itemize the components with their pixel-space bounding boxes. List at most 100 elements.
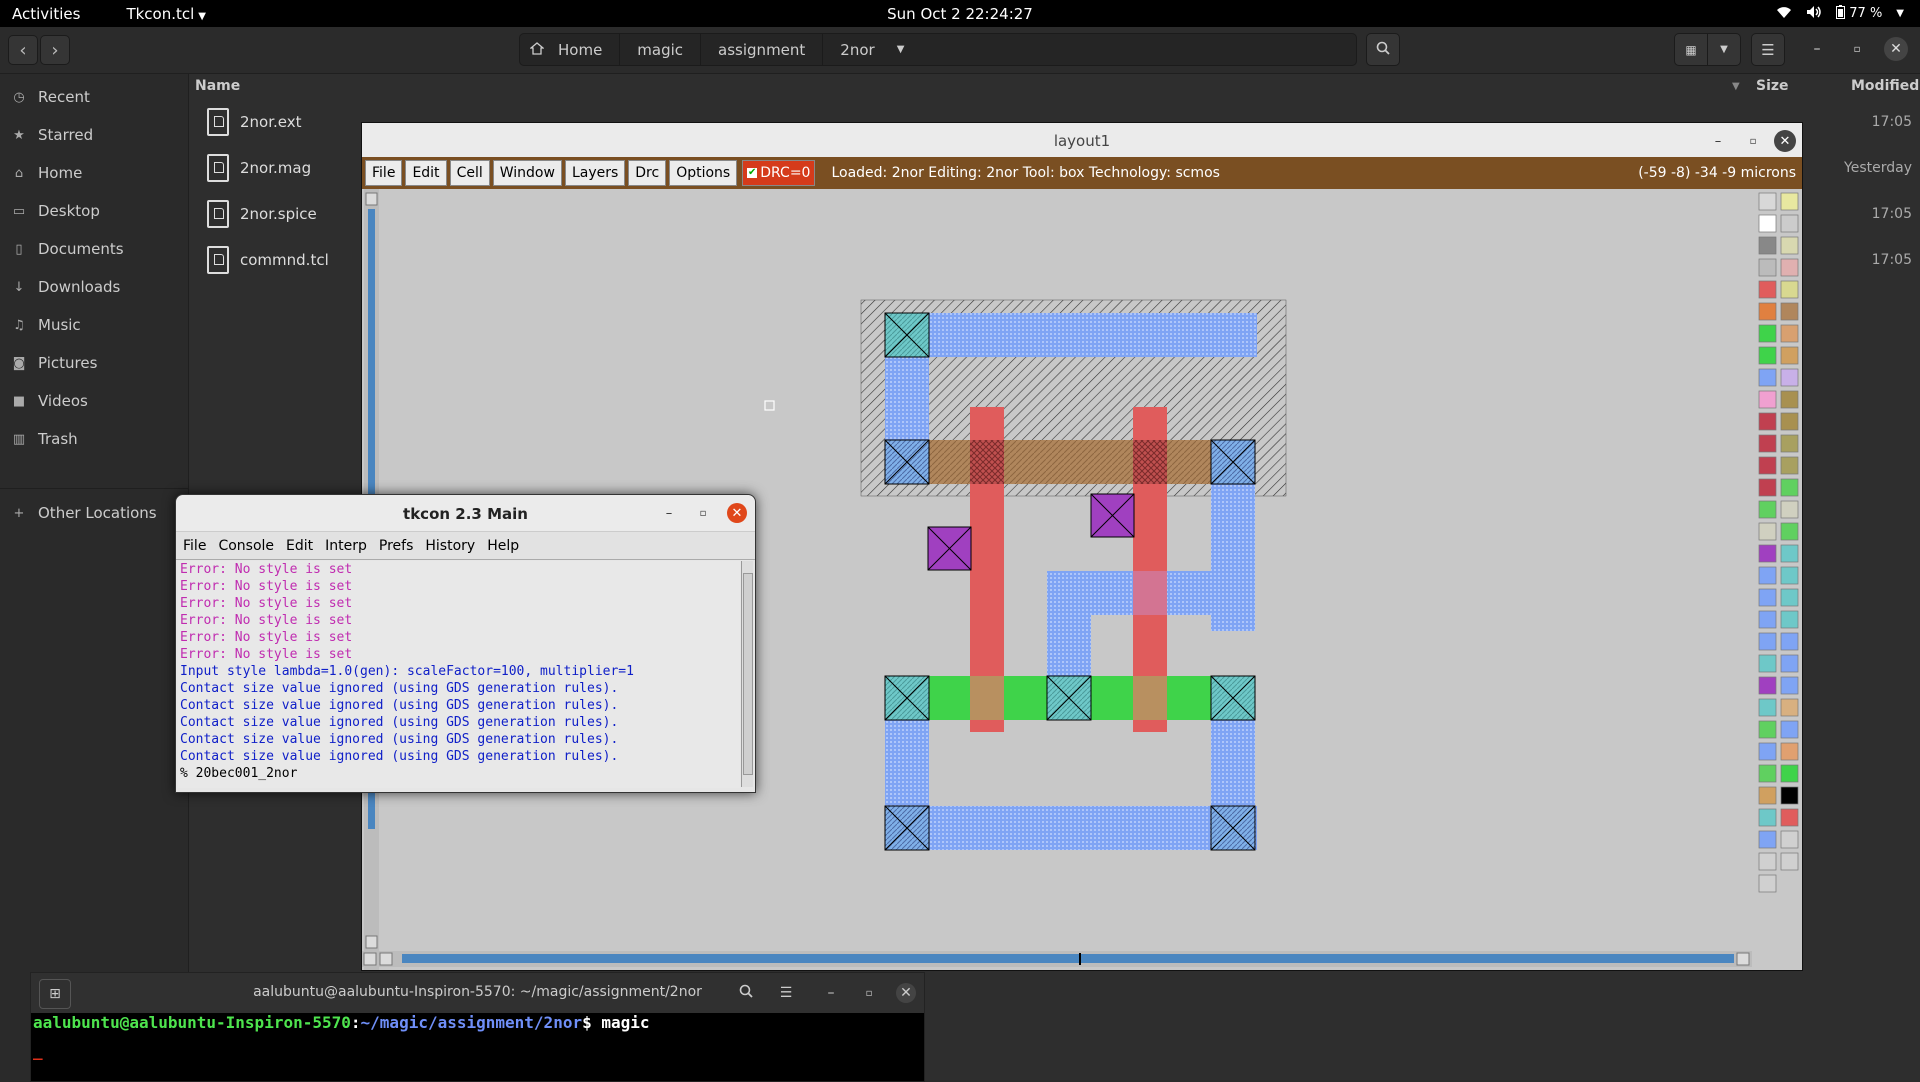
menu-drc[interactable]: Drc	[628, 160, 667, 186]
activities-button[interactable]: Activities	[12, 5, 80, 23]
terminal-close-button[interactable]: ✕	[891, 979, 921, 1007]
column-header-modified[interactable]: Modified	[1851, 74, 1919, 98]
layer-swatch[interactable]	[1780, 324, 1799, 343]
sort-chevron-icon[interactable]: ▼	[1732, 74, 1740, 98]
maximize-button[interactable]: ▫	[1845, 37, 1869, 61]
scrollbar-thumb[interactable]	[743, 573, 753, 775]
layer-swatch[interactable]	[1780, 764, 1799, 783]
horizontal-scrollbar[interactable]	[362, 951, 1752, 967]
tkcon-menu-help[interactable]: Help	[487, 538, 519, 554]
layer-swatch[interactable]	[1780, 478, 1799, 497]
column-header-size[interactable]: Size	[1756, 74, 1789, 98]
column-header-name[interactable]: Name	[195, 74, 240, 98]
layout-close-button[interactable]: ✕	[1774, 130, 1796, 152]
tkcon-menu-edit[interactable]: Edit	[286, 538, 313, 554]
tkcon-menu-file[interactable]: File	[183, 538, 206, 554]
layer-swatch[interactable]	[1780, 236, 1799, 255]
tkcon-menu-history[interactable]: History	[425, 538, 475, 554]
layer-swatch[interactable]	[1780, 192, 1799, 211]
forward-button[interactable]: ›	[40, 35, 70, 65]
layer-swatch[interactable]	[1758, 786, 1777, 805]
layer-swatch[interactable]	[1758, 258, 1777, 277]
layer-swatch[interactable]	[1780, 852, 1799, 871]
sidebar-item-other-locations[interactable]: + Other Locations	[0, 494, 188, 532]
terminal-minimize-button[interactable]: –	[816, 979, 846, 1007]
layer-swatch[interactable]	[1780, 346, 1799, 365]
layer-swatch[interactable]	[1780, 214, 1799, 233]
menu-edit[interactable]: Edit	[405, 160, 447, 186]
path-bar[interactable]: Home magic assignment 2nor ▼	[519, 33, 1357, 66]
layer-swatch[interactable]	[1758, 236, 1777, 255]
layer-swatch[interactable]	[1780, 258, 1799, 277]
layer-swatch[interactable]	[1758, 192, 1777, 211]
layer-swatch[interactable]	[1780, 742, 1799, 761]
close-button[interactable]: ✕	[1884, 37, 1908, 61]
tkcon-console[interactable]: Error: No style is set Error: No style is…	[178, 561, 740, 788]
layer-swatch[interactable]	[1758, 368, 1777, 387]
layer-swatch[interactable]	[1758, 874, 1777, 893]
view-options-button[interactable]: ▼	[1707, 33, 1741, 66]
tkcon-maximize-button[interactable]: ▫	[693, 503, 713, 523]
sidebar-item-downloads[interactable]: ↓ Downloads	[0, 268, 188, 306]
tkcon-titlebar[interactable]: tkcon 2.3 Main – ▫ ✕	[176, 495, 755, 532]
layer-swatch[interactable]	[1758, 478, 1777, 497]
menu-options[interactable]: Options	[669, 160, 738, 186]
search-button[interactable]	[1366, 33, 1400, 66]
sidebar-item-home[interactable]: ⌂ Home	[0, 154, 188, 192]
layer-swatch[interactable]	[1780, 566, 1799, 585]
layer-palette[interactable]	[1754, 189, 1802, 970]
layer-swatch[interactable]	[1780, 412, 1799, 431]
layer-swatch[interactable]	[1780, 676, 1799, 695]
layout-maximize-button[interactable]: ▫	[1742, 130, 1764, 152]
layer-swatch[interactable]	[1758, 412, 1777, 431]
layer-swatch[interactable]	[1758, 566, 1777, 585]
layer-swatch[interactable]	[1758, 456, 1777, 475]
back-button[interactable]: ‹	[8, 35, 38, 65]
layer-swatch[interactable]	[1758, 654, 1777, 673]
terminal-body[interactable]: aalubuntu@aalubuntu-Inspiron-5570:~/magi…	[33, 1013, 650, 1061]
tkcon-menu-interp[interactable]: Interp	[325, 538, 367, 554]
minimize-button[interactable]: –	[1805, 37, 1829, 61]
view-grid-button[interactable]: ▦	[1674, 33, 1708, 66]
menu-file[interactable]: File	[365, 160, 403, 186]
layer-swatch[interactable]	[1780, 280, 1799, 299]
layer-swatch[interactable]	[1780, 654, 1799, 673]
sidebar-item-music[interactable]: ♫ Music	[0, 306, 188, 344]
menu-window[interactable]: Window	[492, 160, 562, 186]
layer-swatch[interactable]	[1758, 808, 1777, 827]
layer-swatch[interactable]	[1758, 830, 1777, 849]
layout-minimize-button[interactable]: –	[1707, 130, 1729, 152]
tkcon-close-button[interactable]: ✕	[727, 503, 747, 523]
tkcon-menu-prefs[interactable]: Prefs	[379, 538, 413, 554]
layer-swatch[interactable]	[1780, 522, 1799, 541]
layer-swatch[interactable]	[1758, 280, 1777, 299]
layer-swatch[interactable]	[1758, 676, 1777, 695]
path-home[interactable]: Home	[520, 34, 621, 65]
layer-swatch[interactable]	[1758, 698, 1777, 717]
layer-swatch[interactable]	[1780, 302, 1799, 321]
menu-layers[interactable]: Layers	[564, 160, 626, 186]
layer-swatch[interactable]	[1780, 786, 1799, 805]
layout-titlebar[interactable]: layout1 – ▫ ✕	[362, 123, 1802, 158]
path-assignment[interactable]: assignment	[701, 34, 824, 65]
layer-swatch[interactable]	[1780, 610, 1799, 629]
layer-swatch[interactable]	[1780, 632, 1799, 651]
system-tray[interactable]: 77 % ▼	[1776, 0, 1904, 27]
tkcon-menu-console[interactable]: Console	[218, 538, 274, 554]
sidebar-item-desktop[interactable]: ▭ Desktop	[0, 192, 188, 230]
layer-swatch[interactable]	[1780, 390, 1799, 409]
main-menu-button[interactable]: ☰	[1751, 33, 1785, 66]
layer-swatch[interactable]	[1780, 808, 1799, 827]
terminal-titlebar[interactable]: ⊞ aalubuntu@aalubuntu-Inspiron-5570: ~/m…	[31, 973, 924, 1013]
layer-swatch[interactable]	[1758, 610, 1777, 629]
layer-swatch[interactable]	[1780, 456, 1799, 475]
terminal-maximize-button[interactable]: ▫	[854, 979, 884, 1007]
app-menu[interactable]: Tkcon.tcl ▼	[126, 5, 206, 23]
layer-swatch[interactable]	[1758, 302, 1777, 321]
layer-swatch[interactable]	[1780, 698, 1799, 717]
layer-swatch[interactable]	[1780, 830, 1799, 849]
sidebar-item-documents[interactable]: ▯ Documents	[0, 230, 188, 268]
terminal-menu-button[interactable]: ☰	[771, 979, 801, 1007]
layer-swatch[interactable]	[1758, 500, 1777, 519]
layer-swatch[interactable]	[1758, 434, 1777, 453]
